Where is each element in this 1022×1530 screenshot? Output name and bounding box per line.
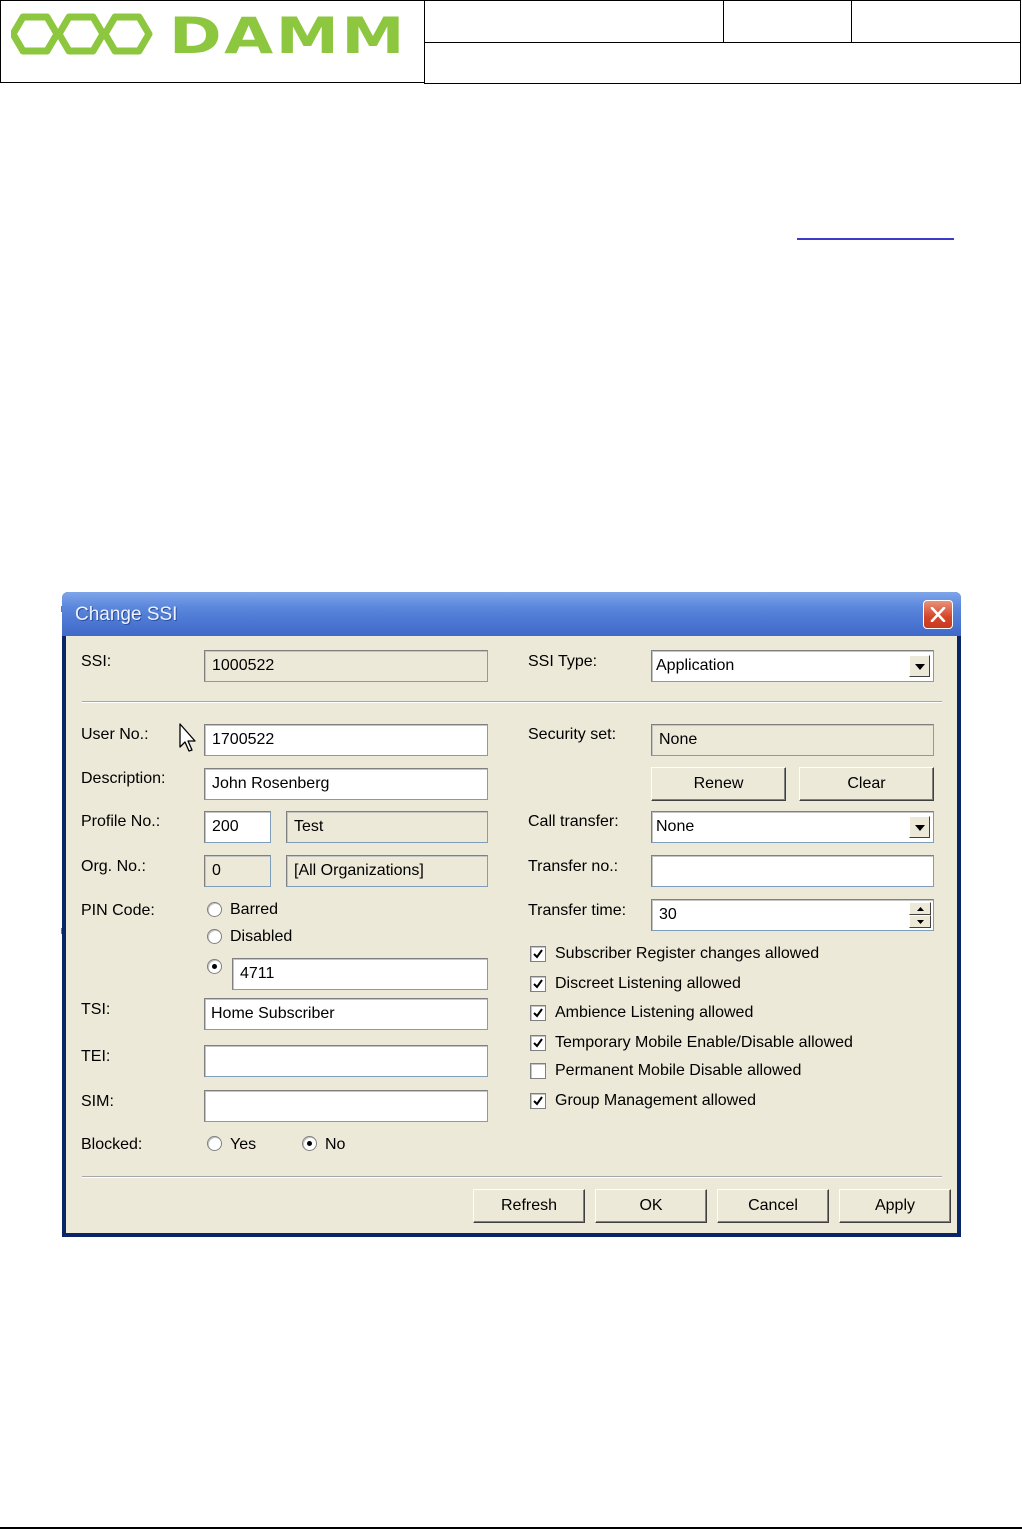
tsi-label: TSI:: [81, 1001, 111, 1018]
transfer-time-spin-buttons[interactable]: [909, 902, 931, 928]
dialog-title: Change SSI: [75, 604, 178, 625]
security-set-field: None: [651, 724, 934, 756]
refresh-button[interactable]: Refresh: [473, 1189, 585, 1223]
transfer-time-value: 30: [659, 906, 677, 923]
transfer-time-spinner[interactable]: 30: [651, 899, 934, 931]
blocked-no-radio[interactable]: [302, 1136, 317, 1151]
spin-down-button[interactable]: [909, 915, 931, 928]
blocked-yes-label: Yes: [230, 1136, 257, 1153]
perm-permanent-mobile-label: Permanent Mobile Disable allowed: [555, 1062, 802, 1079]
call-transfer-select[interactable]: None: [651, 811, 934, 843]
pin-barred-radio[interactable]: [207, 902, 222, 917]
ssi-type-value: Application: [656, 657, 735, 674]
ssi-type-select[interactable]: Application: [651, 650, 934, 682]
perm-discreet-listening-label: Discreet Listening allowed: [555, 975, 741, 992]
perm-subscriber-register-checkbox[interactable]: [530, 946, 546, 962]
pin-code-label: PIN Code:: [81, 902, 155, 919]
tei-label: TEI:: [81, 1048, 111, 1065]
perm-ambience-listening-label: Ambience Listening allowed: [555, 1004, 754, 1021]
checkmark-icon: [533, 949, 543, 959]
close-icon: [930, 607, 946, 622]
document-header: DAMM: [0, 0, 1021, 84]
renew-button[interactable]: Renew: [651, 767, 786, 801]
perm-group-management-checkbox[interactable]: [530, 1093, 546, 1109]
blocked-label: Blocked:: [81, 1136, 143, 1153]
footer-rule: [0, 1527, 1022, 1529]
arrow-up-icon: [917, 907, 924, 911]
checkmark-icon: [533, 1008, 543, 1018]
arrow-down-icon: [917, 920, 924, 924]
tei-field[interactable]: [204, 1045, 488, 1077]
mouse-cursor-icon: [179, 723, 196, 752]
perm-discreet-listening-checkbox[interactable]: [530, 976, 546, 992]
pin-code-field[interactable]: 4711: [232, 958, 488, 990]
close-button[interactable]: [923, 600, 953, 629]
dialog-body: SSI: 1000522 SSI Type: Application User …: [66, 636, 957, 1233]
title-bar[interactable]: Change SSI: [62, 592, 961, 636]
ssi-field: 1000522: [204, 650, 488, 682]
user-no-field[interactable]: 1700522: [204, 724, 488, 756]
sim-label: SIM:: [81, 1093, 114, 1110]
separator: [82, 1176, 942, 1178]
checkmark-icon: [533, 979, 543, 989]
svg-text:DAMM: DAMM: [169, 9, 407, 61]
org-no-field: 0: [204, 855, 271, 887]
cancel-button[interactable]: Cancel: [717, 1189, 829, 1223]
tsi-field[interactable]: Home Subscriber: [204, 998, 488, 1030]
chevron-down-icon: [915, 664, 925, 670]
separator: [82, 701, 942, 703]
clear-button[interactable]: Clear: [799, 767, 934, 801]
pin-barred-label: Barred: [230, 901, 279, 918]
checkmark-icon: [533, 1038, 543, 1048]
transfer-no-label: Transfer no.:: [528, 858, 619, 875]
profile-no-label: Profile No.:: [81, 813, 161, 830]
transfer-time-label: Transfer time:: [528, 902, 627, 919]
org-name-field: [All Organizations]: [286, 855, 488, 887]
pin-disabled-radio[interactable]: [207, 929, 222, 944]
pin-custom-radio[interactable]: [207, 959, 222, 974]
apply-button[interactable]: Apply: [839, 1189, 951, 1223]
ssi-type-label: SSI Type:: [528, 653, 598, 670]
perm-temporary-mobile-label: Temporary Mobile Enable/Disable allowed: [555, 1034, 853, 1051]
blocked-yes-radio[interactable]: [207, 1136, 222, 1151]
change-ssi-dialog: Change SSI SSI: 1000522 SSI Type: Applic…: [62, 592, 961, 1237]
chevron-down-icon: [915, 825, 925, 831]
profile-name-field: Test: [286, 811, 488, 843]
call-transfer-value: None: [656, 818, 695, 835]
logo-cell: DAMM: [0, 0, 425, 83]
checkmark-icon: [533, 1096, 543, 1106]
damm-logo: DAMM: [11, 9, 407, 61]
perm-subscriber-register-label: Subscriber Register changes allowed: [555, 945, 820, 962]
ssi-label: SSI:: [81, 653, 112, 670]
pin-disabled-label: Disabled: [230, 928, 293, 945]
header-cell-title: [424, 0, 724, 43]
profile-no-field[interactable]: 200: [204, 811, 271, 843]
sim-field[interactable]: [204, 1090, 488, 1122]
header-cell-page: [851, 0, 1021, 43]
header-cell-revision: [723, 0, 852, 43]
description-field[interactable]: John Rosenberg: [204, 768, 488, 800]
call-transfer-label: Call transfer:: [528, 813, 619, 830]
org-no-label: Org. No.:: [81, 858, 146, 875]
blocked-no-label: No: [325, 1136, 346, 1153]
ok-button[interactable]: OK: [595, 1189, 707, 1223]
ssi-type-dropdown-button[interactable]: [909, 655, 930, 677]
perm-permanent-mobile-checkbox[interactable]: [530, 1063, 546, 1079]
header-cell-subtitle: [424, 42, 1021, 84]
spin-up-button[interactable]: [909, 902, 931, 915]
security-set-label: Security set:: [528, 726, 617, 743]
perm-temporary-mobile-checkbox[interactable]: [530, 1035, 546, 1051]
user-no-label: User No.:: [81, 726, 149, 743]
call-transfer-dropdown-button[interactable]: [909, 816, 930, 838]
hyperlink-underline[interactable]: [797, 222, 954, 240]
perm-group-management-label: Group Management allowed: [555, 1092, 757, 1109]
transfer-no-field[interactable]: [651, 855, 934, 887]
description-label: Description:: [81, 770, 166, 787]
perm-ambience-listening-checkbox[interactable]: [530, 1005, 546, 1021]
